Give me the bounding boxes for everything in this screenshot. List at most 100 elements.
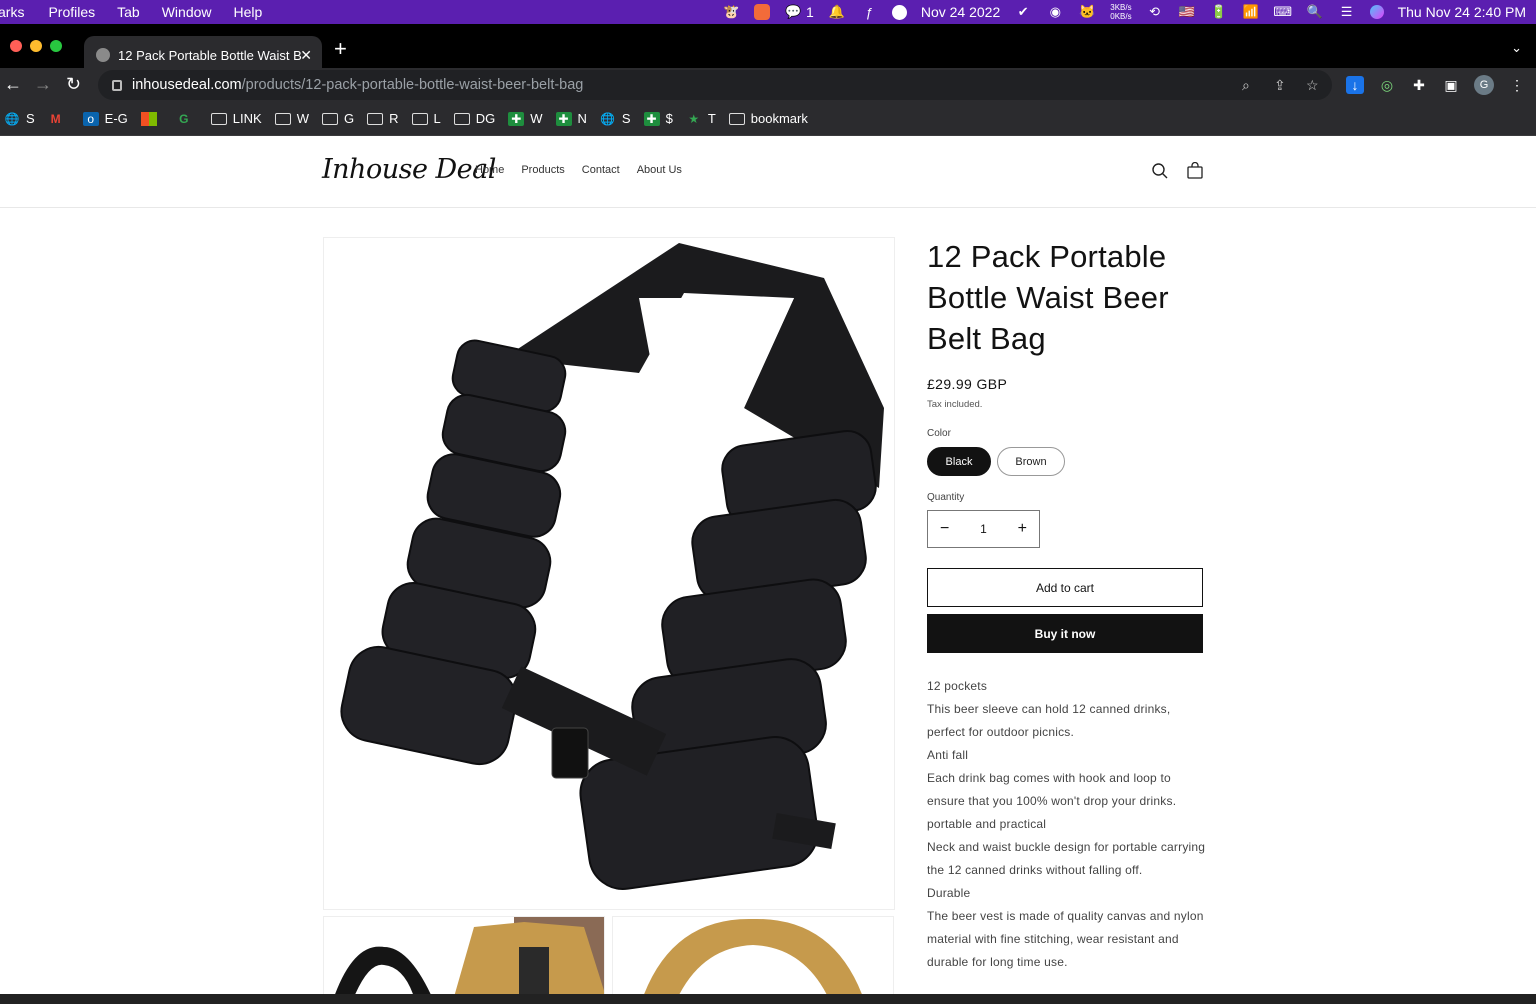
folder-icon bbox=[411, 112, 428, 126]
decrease-quantity-button[interactable]: − bbox=[940, 520, 949, 538]
messenger-icon[interactable] bbox=[891, 4, 907, 20]
puzzle-icon[interactable]: ✚ bbox=[1410, 76, 1428, 94]
color-option-brown[interactable]: Brown bbox=[997, 447, 1065, 476]
minimize-window-button[interactable] bbox=[30, 40, 42, 52]
url-host: inhousedeal.com bbox=[132, 77, 242, 93]
bookmark-label: L bbox=[433, 111, 441, 126]
bookmark-item[interactable]: LINK bbox=[210, 111, 262, 126]
outlook-icon: o bbox=[82, 111, 99, 126]
bookmark-item[interactable]: R bbox=[367, 111, 399, 126]
site-logo[interactable]: Inhouse Deal bbox=[322, 154, 496, 185]
increase-quantity-button[interactable]: + bbox=[1018, 520, 1027, 538]
bookmark-item[interactable]: ✚ $ bbox=[643, 111, 673, 126]
reload-button[interactable]: ↻ bbox=[66, 74, 81, 95]
menu-item[interactable]: Window bbox=[162, 4, 212, 20]
zoom-icon[interactable]: ⌕ bbox=[1242, 77, 1250, 94]
cross-icon: ✚ bbox=[643, 111, 660, 126]
network-speed: 3KB/s 0KB/s bbox=[1110, 3, 1131, 21]
bookmark-item[interactable]: bookmark bbox=[728, 111, 808, 126]
clock[interactable]: Thu Nov 24 2:40 PM bbox=[1398, 4, 1526, 20]
app-badge-icon[interactable] bbox=[754, 4, 771, 20]
bookmark-item[interactable]: G bbox=[321, 111, 354, 126]
record-icon[interactable]: ◉ bbox=[1046, 4, 1064, 20]
bookmark-item[interactable]: o E-G bbox=[82, 111, 128, 126]
spotlight-icon[interactable]: 🔍 bbox=[1306, 4, 1324, 20]
status-area: 🐮 💬 1 🔔 ƒ Nov 24 2022 ✔ ◉ 🐱 3KB/s 0KB/s … bbox=[722, 0, 1526, 24]
wifi-icon[interactable]: 📶 bbox=[1242, 4, 1260, 20]
tab-search-icon[interactable]: ⌄ bbox=[1511, 40, 1522, 56]
color-options: Black Brown bbox=[927, 447, 1207, 476]
nav-link-products[interactable]: Products bbox=[521, 164, 564, 176]
bell-icon[interactable]: 🔔 bbox=[828, 4, 846, 20]
zoom-window-button[interactable] bbox=[50, 40, 62, 52]
bookmark-item[interactable]: 🌐 S bbox=[4, 111, 35, 126]
flag-us-icon[interactable]: 🇺🇸 bbox=[1178, 4, 1196, 20]
siri-icon[interactable] bbox=[1369, 5, 1384, 19]
close-tab-icon[interactable]: ✕ bbox=[300, 47, 312, 64]
forward-button[interactable]: → bbox=[34, 74, 52, 95]
search-icon[interactable] bbox=[1151, 162, 1169, 180]
menu-item[interactable]: Profiles bbox=[48, 4, 95, 20]
time-machine-icon[interactable]: ⟲ bbox=[1146, 4, 1164, 20]
nav-link-contact[interactable]: Contact bbox=[582, 164, 620, 176]
nav-link-about-us[interactable]: About Us bbox=[637, 164, 682, 176]
sidebar-icon[interactable]: ▣ bbox=[1442, 76, 1460, 94]
bottom-chat-strip bbox=[0, 994, 1536, 1004]
folder-icon bbox=[321, 112, 338, 126]
bookmark-item[interactable]: L bbox=[411, 111, 441, 126]
menu-item[interactable]: Tab bbox=[117, 4, 140, 20]
net-up: 3KB/s bbox=[1110, 3, 1132, 12]
bookmark-item[interactable]: ★ T bbox=[686, 111, 715, 126]
new-tab-button[interactable]: + bbox=[334, 36, 347, 62]
add-to-cart-button[interactable]: Add to cart bbox=[927, 568, 1203, 607]
quantity-input[interactable]: 1 bbox=[980, 522, 987, 536]
keyboard-icon[interactable]: ⌨ bbox=[1273, 4, 1292, 20]
script-icon[interactable]: ƒ bbox=[860, 4, 878, 20]
app-menu: arks Profiles Tab Window Help bbox=[0, 4, 284, 20]
folder-icon bbox=[453, 112, 470, 126]
bookmark-item[interactable]: M bbox=[48, 112, 70, 126]
lock-icon[interactable] bbox=[112, 79, 122, 91]
cat-icon[interactable]: 🐱 bbox=[1078, 4, 1096, 20]
share-icon[interactable]: ⇪ bbox=[1274, 77, 1286, 94]
color-label: Color bbox=[927, 428, 951, 439]
close-window-button[interactable] bbox=[10, 40, 22, 52]
address-bar[interactable]: inhousedeal.com/products/12-pack-portabl… bbox=[98, 70, 1332, 100]
bookmark-item[interactable] bbox=[140, 111, 163, 126]
bookmark-item[interactable]: DG bbox=[453, 111, 495, 126]
bookmark-item[interactable]: ✚ N bbox=[555, 111, 587, 126]
back-button[interactable]: ← bbox=[4, 74, 22, 95]
extension-ring-icon[interactable]: ◎ bbox=[1378, 76, 1396, 94]
bookmark-item[interactable]: ✚ W bbox=[508, 111, 543, 126]
check-icon[interactable]: ✔ bbox=[1014, 4, 1032, 20]
globe-icon: 🌐 bbox=[600, 111, 616, 126]
product-main-image[interactable] bbox=[323, 237, 895, 910]
description-line: portable and practical bbox=[927, 817, 1047, 831]
folder-icon bbox=[274, 112, 291, 126]
bookmark-item[interactable]: 🌐 S bbox=[600, 111, 630, 126]
control-center-icon[interactable]: ☰ bbox=[1338, 4, 1356, 20]
folder-icon bbox=[210, 112, 227, 126]
description-line: Durable bbox=[927, 886, 971, 900]
download-icon[interactable]: ↓ bbox=[1346, 76, 1364, 94]
menu-kebab-icon[interactable]: ⋮ bbox=[1508, 76, 1526, 94]
menu-item[interactable]: Help bbox=[234, 4, 263, 20]
bookmark-star-icon[interactable]: ☆ bbox=[1306, 77, 1319, 94]
battery-icon[interactable]: 🔋 bbox=[1210, 4, 1228, 20]
nav-link-home[interactable]: Home bbox=[475, 164, 504, 176]
product-thumbnail-2[interactable] bbox=[612, 916, 894, 994]
cow-icon[interactable]: 🐮 bbox=[722, 4, 740, 20]
cart-icon[interactable] bbox=[1186, 162, 1204, 180]
buy-now-button[interactable]: Buy it now bbox=[927, 614, 1203, 653]
bookmark-label: E-G bbox=[104, 111, 128, 126]
bookmark-item[interactable]: G bbox=[176, 112, 198, 126]
bookmark-item[interactable]: W bbox=[274, 111, 309, 126]
profile-avatar[interactable]: G bbox=[1474, 75, 1494, 95]
wechat-icon[interactable]: 💬 bbox=[784, 4, 802, 20]
color-option-black[interactable]: Black bbox=[927, 447, 991, 476]
bookmarks-bar: 🌐 S Mo E-G G LINK W G R L DG ✚ W ✚ N 🌐 S ✚ $ ★ Tbookmark bbox=[0, 102, 1536, 136]
product-thumbnail-1[interactable] bbox=[323, 916, 605, 994]
date-widget[interactable]: Nov 24 2022 bbox=[921, 4, 1000, 20]
menu-item[interactable]: arks bbox=[0, 4, 24, 20]
description-line: The beer vest is made of quality canvas … bbox=[927, 909, 1204, 969]
